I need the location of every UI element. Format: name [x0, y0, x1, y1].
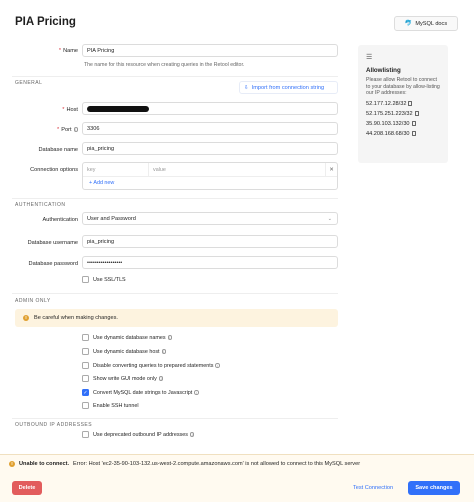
ssl-label: Use SSL/TLS	[93, 277, 126, 283]
info-icon: i	[194, 390, 199, 396]
authentication-section-title: AUTHENTICATION	[15, 202, 66, 208]
admin-option-label: Convert MySQL date strings to Javascript…	[93, 390, 199, 396]
outbound-section-title: OUTBOUND IP ADDRESSES	[15, 422, 93, 428]
mysql-docs-button[interactable]: 🐬 MySQL docs	[394, 16, 458, 31]
connection-error: ! Unable to connect. Error: Host 'ec2-35…	[9, 461, 360, 467]
admin-option-label: Use dynamic database names i	[93, 335, 173, 341]
ip-address-row: 44.208.168.68/30	[366, 131, 440, 137]
dolphin-icon: 🐬	[404, 21, 413, 27]
ip-address: 52.177.12.28/32	[366, 100, 407, 107]
value-input[interactable]: value	[149, 163, 325, 176]
connection-options-label: Connection options	[30, 167, 78, 173]
ip-address: 44.208.168.68/30	[366, 130, 410, 137]
name-label: * Name	[58, 48, 78, 54]
port-input[interactable]: 3306	[82, 122, 338, 135]
divider	[12, 418, 338, 419]
db-password-input[interactable]: ••••••••••••••••••	[82, 256, 338, 269]
admin-option-checkbox[interactable]	[82, 348, 89, 355]
port-label: * Port i	[57, 127, 78, 133]
copy-icon[interactable]	[411, 121, 416, 127]
host-label: * Host	[62, 107, 78, 113]
db-password-label: Database password	[28, 261, 78, 267]
copy-icon[interactable]	[411, 131, 416, 137]
copy-icon[interactable]	[414, 111, 419, 117]
general-section-title: GENERAL	[15, 80, 43, 86]
redacted-host	[87, 105, 149, 112]
admin-option-checkbox[interactable]	[82, 402, 89, 409]
key-input[interactable]: key	[83, 163, 149, 176]
deprecated-ip-checkbox[interactable]	[82, 431, 89, 438]
name-hint: The name for this resource when creating…	[84, 62, 245, 68]
info-icon: i	[167, 335, 173, 341]
ip-address: 52.175.251.223/32	[366, 110, 413, 117]
admin-section-title: ADMIN ONLY	[15, 298, 51, 304]
connection-options-box: key value ✕ + Add new	[82, 162, 338, 190]
page-title: PIA Pricing	[15, 16, 76, 28]
chevron-down-icon: ⌄	[327, 216, 332, 222]
host-input[interactable]	[82, 102, 338, 115]
authentication-label: Authentication	[42, 217, 78, 223]
allowlist-panel: ☰ Allowlisting Please allow Retool to co…	[358, 45, 448, 163]
ip-address-row: 35.90.103.132/30	[366, 121, 440, 127]
add-new-option-button[interactable]: + Add new	[83, 177, 337, 189]
allowlist-title: Allowlisting	[366, 67, 401, 74]
admin-option-label: Enable SSH tunnel	[93, 403, 139, 409]
divider	[12, 293, 338, 294]
list-icon: ☰	[366, 54, 373, 61]
ssl-checkbox[interactable]	[82, 276, 89, 283]
warning-icon: !	[23, 315, 29, 321]
info-icon: i	[189, 432, 195, 438]
ip-address-row: 52.177.12.28/32	[366, 101, 440, 107]
import-icon: ⇩	[244, 84, 249, 91]
delete-button[interactable]: Delete	[12, 481, 42, 495]
import-connection-string-button[interactable]: ⇩ Import from connection string	[239, 81, 338, 94]
ip-address: 35.90.103.132/30	[366, 120, 410, 127]
warning-icon: !	[9, 461, 15, 467]
info-icon: i	[73, 127, 78, 133]
test-connection-button[interactable]: Test Connection	[345, 481, 401, 495]
remove-row-icon[interactable]: ✕	[325, 163, 337, 176]
authentication-select[interactable]: User and Password ⌄	[82, 212, 338, 225]
admin-option-checkbox[interactable]: ✓	[82, 389, 89, 396]
divider	[12, 198, 338, 199]
divider	[12, 76, 338, 77]
admin-option-label: Show write GUI mode only i	[93, 376, 164, 382]
info-icon: i	[158, 376, 164, 382]
warning-banner: ! Be careful when making changes.	[15, 309, 338, 327]
db-username-label: Database username	[27, 240, 78, 246]
allowlist-text: Please allow Retool to connect to your d…	[366, 77, 440, 97]
save-changes-button[interactable]: Save changes	[408, 481, 460, 495]
info-icon: i	[161, 349, 167, 355]
database-name-input[interactable]: pia_pricing	[82, 142, 338, 155]
database-name-label: Database name	[38, 147, 79, 153]
db-username-input[interactable]: pia_pricing	[82, 235, 338, 248]
admin-option-checkbox[interactable]	[82, 362, 89, 369]
admin-option-label: Use dynamic database host i	[93, 349, 167, 355]
deprecated-ip-label: Use deprecated outbound IP addresses i	[93, 432, 195, 438]
admin-option-checkbox[interactable]	[82, 375, 89, 382]
ip-address-row: 52.175.251.223/32	[366, 111, 440, 117]
admin-option-checkbox[interactable]	[82, 334, 89, 341]
copy-icon[interactable]	[408, 101, 413, 107]
name-input[interactable]: PIA Pricing	[82, 44, 338, 57]
info-icon: i	[215, 363, 220, 369]
admin-option-label: Disable converting queries to prepared s…	[93, 363, 220, 369]
